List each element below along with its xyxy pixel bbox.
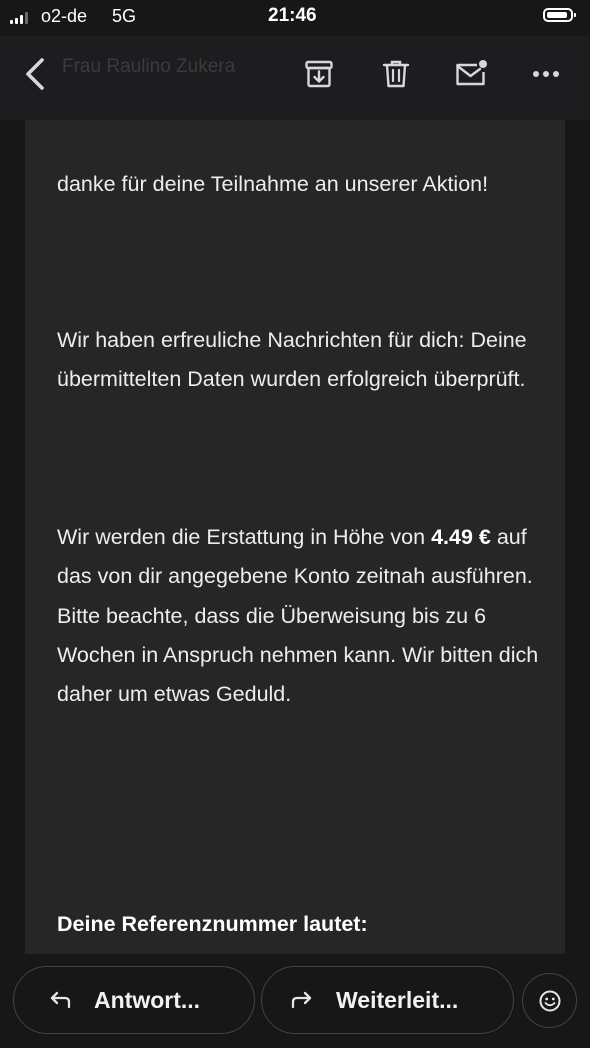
message-body: danke für deine Teilnahme an unserer Akt…	[25, 120, 565, 954]
more-button[interactable]	[526, 52, 566, 96]
reply-button[interactable]: Antwort...	[13, 966, 255, 1034]
archive-icon	[305, 60, 333, 88]
delete-button[interactable]	[376, 52, 416, 96]
back-button[interactable]	[18, 54, 52, 94]
refund-text-end: auf das von dir angegebene Konto zeitnah…	[57, 525, 539, 707]
forward-button[interactable]: Weiterleit...	[261, 966, 514, 1034]
reaction-button[interactable]	[522, 973, 577, 1028]
message-paragraph: Wir werden die Erstattung in Höhe von 4.…	[57, 518, 547, 714]
battery-icon	[543, 8, 576, 22]
carrier-name: o2-de	[41, 6, 88, 26]
refund-amount: 4.49 €	[431, 525, 491, 549]
reference-number-label: Deine Referenznummer lautet:	[57, 912, 368, 936]
mark-unread-icon	[456, 60, 487, 86]
nav-bar: Frau Raulino Zukera	[0, 36, 590, 120]
reply-label: Antwort...	[94, 986, 201, 1013]
sender-title: Frau Raulino Zukera	[62, 56, 236, 77]
forward-arrow-icon	[291, 991, 312, 1009]
network-type: 5G	[112, 6, 137, 26]
message-paragraph: danke für deine Teilnahme an unserer Akt…	[57, 172, 489, 196]
smiley-icon	[539, 990, 560, 1011]
status-time: 21:46	[268, 5, 317, 26]
archive-button[interactable]	[299, 52, 339, 96]
status-bar: o2-de 5G 21:46	[0, 0, 590, 36]
mark-unread-button[interactable]	[451, 52, 491, 96]
refund-text-start: Wir werden die Erstattung in Höhe von	[57, 525, 426, 549]
signal-strength-icon	[10, 12, 28, 24]
forward-label: Weiterleit...	[336, 986, 459, 1013]
message-paragraph: Wir haben erfreuliche Nachrichten für di…	[57, 328, 527, 392]
reply-arrow-icon	[50, 991, 71, 1009]
action-bar: Antwort... Weiterleit...	[0, 954, 590, 1048]
more-icon	[533, 71, 559, 77]
trash-icon	[382, 60, 410, 88]
back-chevron-icon	[26, 58, 44, 90]
